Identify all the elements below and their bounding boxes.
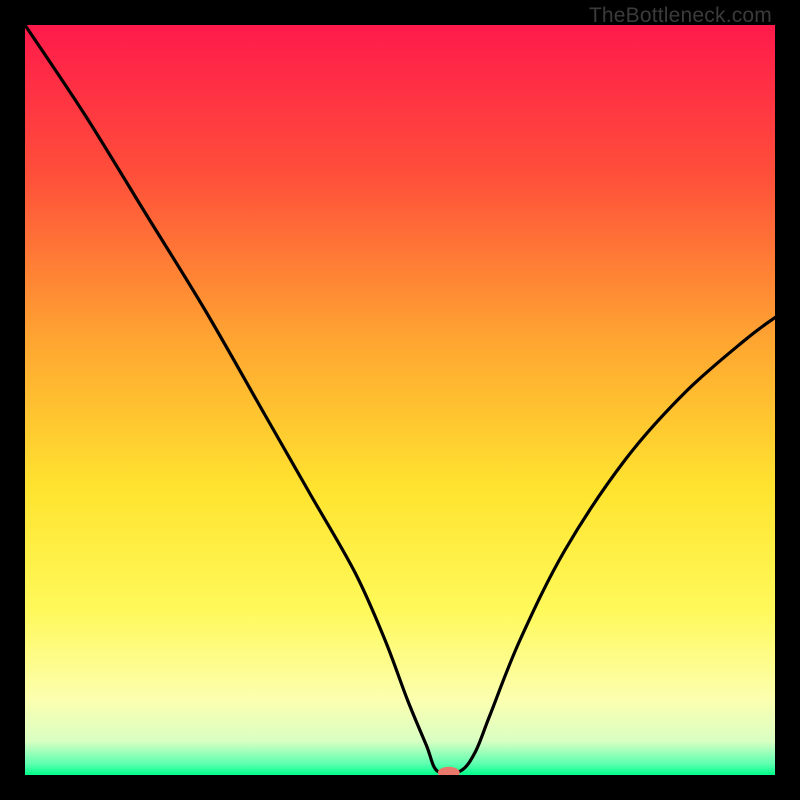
chart-frame: TheBottleneck.com	[0, 0, 800, 800]
gradient-background	[25, 25, 775, 775]
bottleneck-chart	[25, 25, 775, 775]
plot-area	[25, 25, 775, 775]
